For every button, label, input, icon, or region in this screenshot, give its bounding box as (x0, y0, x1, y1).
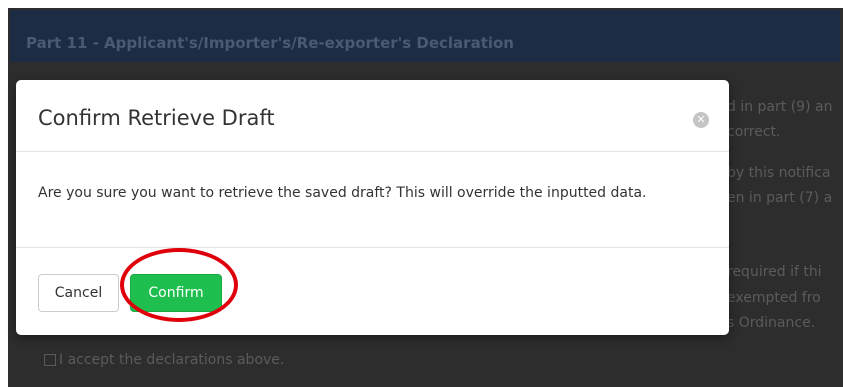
confirm-retrieve-draft-dialog: Confirm Retrieve Draft ✕ Are you sure yo… (16, 80, 729, 335)
dialog-footer: Cancel Confirm (16, 248, 729, 335)
cancel-button[interactable]: Cancel (38, 274, 119, 312)
background-text-line: exempted fro (727, 290, 821, 306)
background-text-line: en in part (7) a (727, 190, 833, 206)
background-text-line: d in part (9) an (727, 99, 833, 115)
dialog-header: Confirm Retrieve Draft ✕ (16, 80, 729, 152)
checkbox-icon (44, 354, 56, 366)
confirm-button[interactable]: Confirm (130, 274, 222, 312)
background-text-line: by this notifica (727, 165, 831, 181)
dialog-body: Are you sure you want to retrieve the sa… (16, 152, 729, 248)
background-text-line: correct. (727, 124, 781, 140)
background-text-line: required if thi (727, 264, 822, 280)
accept-declarations-checkbox[interactable]: I accept the declarations above. (44, 352, 284, 368)
close-icon[interactable]: ✕ (693, 112, 709, 128)
background-text-line: s Ordinance. (727, 315, 816, 331)
dialog-title: Confirm Retrieve Draft (38, 106, 275, 130)
dialog-message: Are you sure you want to retrieve the sa… (38, 185, 647, 201)
section-header-title: Part 11 - Applicant's/Importer's/Re-expo… (26, 34, 514, 52)
accept-declarations-label: I accept the declarations above. (59, 352, 285, 368)
